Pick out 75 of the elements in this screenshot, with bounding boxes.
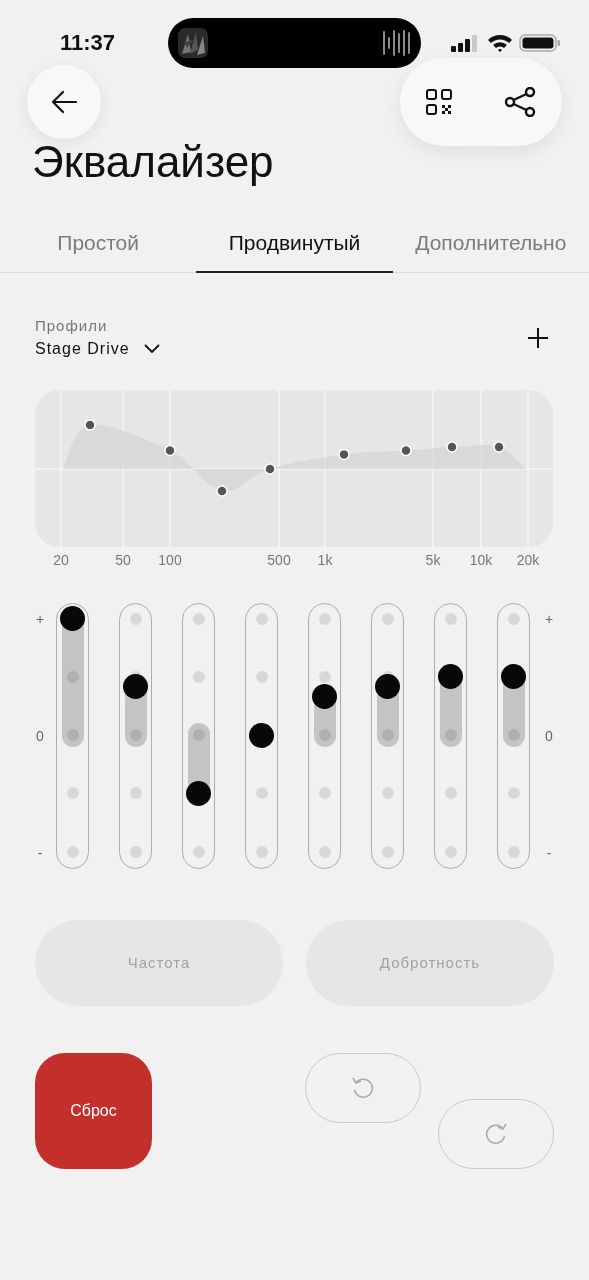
scale-label: +	[35, 609, 45, 629]
tab[interactable]: Продвинутый	[196, 215, 393, 273]
slider-thumb[interactable]	[312, 684, 337, 710]
frequency-label: 50	[115, 550, 131, 570]
slider-thumb[interactable]	[249, 722, 274, 748]
slider-thumb[interactable]	[501, 664, 526, 690]
scale-label: -	[546, 843, 552, 863]
step-dot	[129, 787, 142, 800]
step-dot	[192, 729, 205, 741]
scale-label: 0	[36, 726, 44, 746]
step-dot	[507, 845, 520, 858]
step-dot	[129, 845, 142, 858]
step-dot	[255, 612, 268, 625]
step-dot	[507, 787, 520, 800]
step-dot	[444, 787, 457, 800]
status-time: 11:37	[60, 30, 116, 56]
step-dot	[66, 845, 79, 858]
step-dot	[318, 670, 331, 683]
step-dot	[192, 845, 205, 858]
frequency-label: 1k	[317, 550, 333, 570]
step-dot	[444, 612, 457, 625]
step-dot	[318, 787, 331, 800]
step-dot	[192, 612, 205, 625]
frequency-label: 500	[267, 550, 291, 570]
profile-dropdown[interactable]: Stage Drive	[35, 336, 160, 361]
step-dot	[192, 670, 205, 683]
step-dot	[507, 612, 520, 625]
band-point	[446, 440, 458, 453]
band-point	[493, 440, 505, 453]
step-dot	[318, 845, 331, 858]
step-dot	[444, 729, 457, 741]
step-dot	[129, 612, 142, 625]
reset-button[interactable]: Сброс	[35, 1052, 152, 1169]
step-dot	[381, 729, 394, 741]
step-dot	[381, 612, 394, 625]
scale-label: +	[544, 609, 554, 629]
share-icon	[504, 87, 536, 117]
step-dot	[444, 845, 457, 858]
plus-icon	[527, 326, 549, 349]
band-point	[400, 444, 412, 456]
tab[interactable]: Дополнительно	[392, 215, 589, 273]
slider-thumb[interactable]	[60, 606, 85, 631]
slider-thumb[interactable]	[123, 673, 148, 699]
band-point	[84, 418, 96, 431]
step-dot	[381, 787, 394, 800]
scale-label: -	[37, 843, 43, 863]
slider-thumb[interactable]	[438, 664, 463, 690]
scale-label: 0	[545, 726, 553, 746]
chevron-down-icon	[143, 343, 160, 354]
step-dot	[318, 729, 331, 741]
page-title: Эквалайзер	[32, 136, 275, 188]
frequency-label: 5k	[425, 550, 441, 570]
frequency-label: 100	[158, 550, 182, 570]
step-dot	[129, 729, 142, 741]
tab[interactable]: Простой	[0, 215, 197, 273]
slider-thumb[interactable]	[375, 673, 400, 699]
frequency-label: 20k	[516, 550, 540, 570]
battery-icon	[519, 33, 561, 53]
frequency-label: 20	[53, 550, 69, 570]
frequency-label: 10k	[469, 550, 493, 570]
step-dot	[381, 845, 394, 858]
wifi-icon	[487, 33, 513, 53]
step-dot	[66, 729, 79, 741]
step-dot	[255, 670, 268, 683]
band-point	[216, 484, 228, 497]
add-button[interactable]	[527, 326, 549, 349]
step-dot	[66, 787, 79, 800]
qr-code-icon	[426, 89, 452, 115]
step-dot	[507, 729, 520, 741]
step-dot	[318, 612, 331, 625]
band-point	[338, 448, 350, 460]
waveform-icon	[381, 28, 411, 58]
step-dot	[255, 787, 268, 800]
profile-label: Профили	[35, 315, 108, 336]
step-dot	[255, 845, 268, 858]
